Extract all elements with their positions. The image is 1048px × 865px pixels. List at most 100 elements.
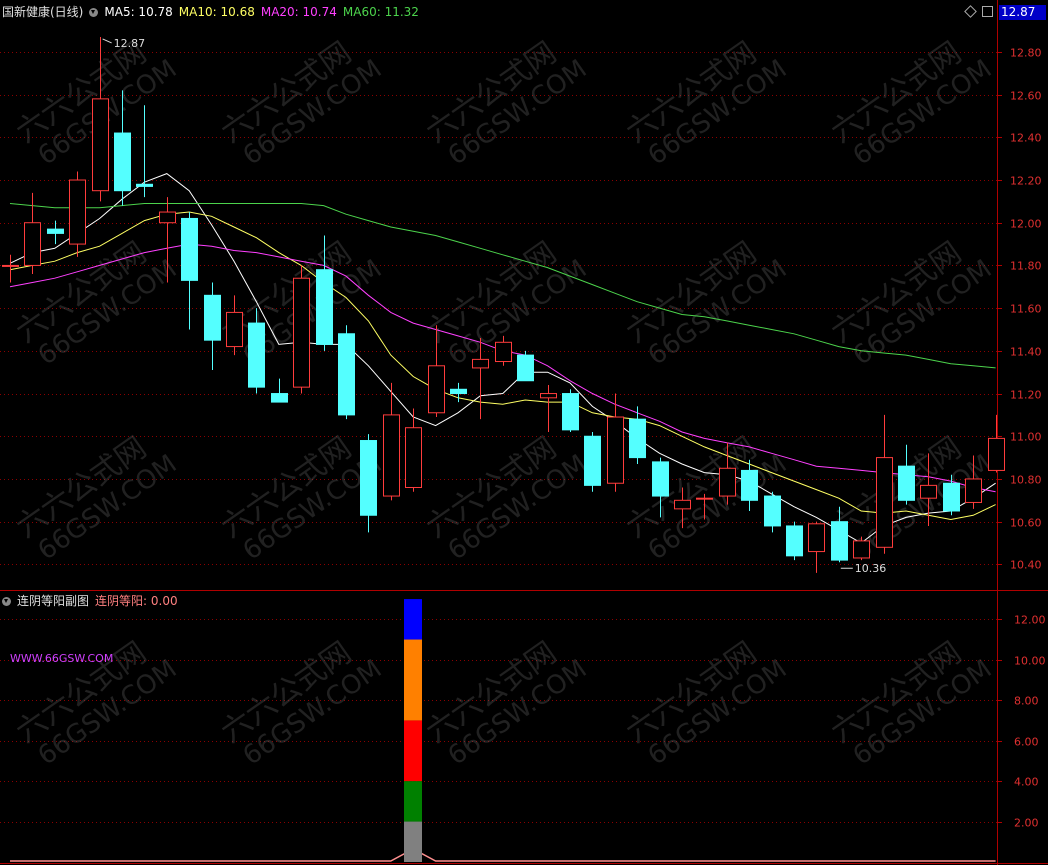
candle-body — [114, 132, 131, 192]
candle-body — [92, 98, 109, 192]
candle-body — [24, 222, 41, 266]
main-chart-title: 国新健康(日线) — [2, 5, 84, 19]
stacked-bar-segment — [404, 821, 422, 862]
dropdown-circle-icon[interactable] — [89, 8, 99, 17]
candle-body — [562, 393, 579, 431]
candle-body — [674, 499, 691, 510]
candle-down — [584, 431, 601, 492]
y-tick-label: 4.00 — [1014, 776, 1039, 789]
candle-body — [248, 322, 265, 388]
candle-body — [831, 521, 848, 561]
candle-body — [741, 469, 758, 501]
candle-up — [607, 393, 624, 492]
candle-down — [360, 434, 377, 533]
candle-body — [943, 482, 960, 512]
candle-body — [920, 484, 937, 499]
sub-indicator-line — [10, 848, 996, 862]
current-price-tag: 12.87 — [999, 5, 1046, 20]
watermark: 六六公式网66GSW.COM — [825, 235, 998, 371]
chart-canvas: 六六公式网66GSW.COM六六公式网66GSW.COM六六公式网66GSW.C… — [0, 0, 1048, 865]
website-url-label: WWW.66GSW.COM — [10, 652, 114, 665]
y-tick-label: 12.00 — [1014, 614, 1046, 627]
sub-chart-title: 连阴等阳副图 — [17, 594, 90, 608]
watermark: 六六公式网66GSW.COM — [10, 635, 183, 771]
y-tick-label: 12.60 — [1010, 90, 1042, 103]
candle-body — [853, 540, 870, 559]
candle-body — [629, 418, 646, 459]
candle-up — [405, 408, 422, 492]
candle-body — [540, 393, 557, 399]
y-tick-label: 12.00 — [1010, 218, 1042, 231]
y-tick-label: 12.80 — [1010, 47, 1042, 60]
candle-body — [719, 467, 736, 497]
candle-body — [271, 393, 288, 403]
dropdown-circle-icon[interactable] — [2, 597, 11, 606]
y-tick-label: 10.60 — [1010, 517, 1042, 530]
candle-body — [450, 388, 467, 395]
y-tick-label: 12.40 — [1010, 132, 1042, 145]
candle-up — [540, 385, 557, 432]
candle-up — [383, 382, 400, 501]
ma5-label: MA5: 10.78 — [104, 5, 173, 19]
candle-body — [584, 435, 601, 486]
sub-indicator-label: 连阴等阳: 0.00 — [95, 594, 178, 608]
candle-body — [876, 457, 893, 548]
candle-body — [226, 311, 243, 348]
candle-body — [495, 341, 512, 363]
y-tick-label: 11.60 — [1010, 303, 1042, 316]
candle-body — [898, 465, 915, 501]
candle-up — [876, 414, 893, 554]
candle-down — [764, 491, 781, 533]
candle-body — [360, 440, 377, 516]
candle-down — [786, 521, 803, 561]
ma10-label: MA10: 10.68 — [178, 5, 255, 19]
stacked-bar-segment — [404, 599, 422, 640]
candle-body — [965, 478, 982, 503]
window-toggle-icon[interactable] — [982, 6, 993, 17]
candle-body — [988, 437, 1005, 471]
candle-down — [47, 220, 64, 245]
watermark: 六六公式网66GSW.COM — [215, 35, 388, 171]
y-tick-label: 11.80 — [1010, 260, 1042, 273]
candle-down — [136, 105, 153, 198]
candle-body — [293, 277, 310, 388]
candle-down — [338, 325, 355, 420]
candle-body — [764, 495, 781, 527]
candle-body — [69, 179, 86, 245]
y-axis-tick-labels: 12.80 12.60 12.40 12.20 12.00 11.80 11.60 11.40… — [1010, 47, 1046, 830]
watermark: 六六公式网66GSW.COM — [620, 235, 793, 371]
candle-down — [562, 389, 579, 432]
low-price-annotation: 10.36 — [855, 562, 887, 575]
candle-body — [181, 217, 198, 281]
candle-down — [204, 282, 221, 371]
candle-body — [696, 497, 713, 500]
y-tick-label: 8.00 — [1014, 695, 1039, 708]
watermark-layer: 六六公式网66GSW.COM六六公式网66GSW.COM六六公式网66GSW.C… — [10, 35, 998, 771]
sub-chart-header: 连阴等阳副图 连阴等阳: 0.00 — [2, 594, 184, 608]
candle-body — [159, 211, 176, 224]
y-tick-label: 2.00 — [1014, 817, 1039, 830]
candle-body — [338, 333, 355, 416]
candle-up — [988, 414, 1005, 473]
ma60-label: MA60: 11.32 — [342, 5, 419, 19]
high-price-annotation: 12.87 — [114, 37, 146, 50]
candle-body — [47, 228, 64, 234]
y-tick-label: 10.00 — [1014, 655, 1046, 668]
candle-up — [808, 521, 825, 573]
watermark: 六六公式网66GSW.COM — [825, 635, 998, 771]
watermark: 六六公式网66GSW.COM — [420, 635, 593, 771]
candle-body — [2, 264, 19, 267]
candle-up — [69, 171, 86, 257]
y-tick-label: 11.40 — [1010, 346, 1042, 359]
candle-body — [808, 523, 825, 553]
stacked-bar-segment — [404, 781, 422, 822]
watermark: 六六公式网66GSW.COM — [825, 35, 998, 171]
y-tick-label: 10.80 — [1010, 474, 1042, 487]
ma20-label: MA20: 10.74 — [260, 5, 337, 19]
y-tick-label: 11.20 — [1010, 389, 1042, 402]
watermark: 六六公式网66GSW.COM — [420, 430, 593, 566]
stacked-bar-segment — [404, 639, 422, 721]
candle-body — [405, 427, 422, 489]
watermark: 六六公式网66GSW.COM — [620, 35, 793, 171]
candle-body — [136, 183, 153, 187]
